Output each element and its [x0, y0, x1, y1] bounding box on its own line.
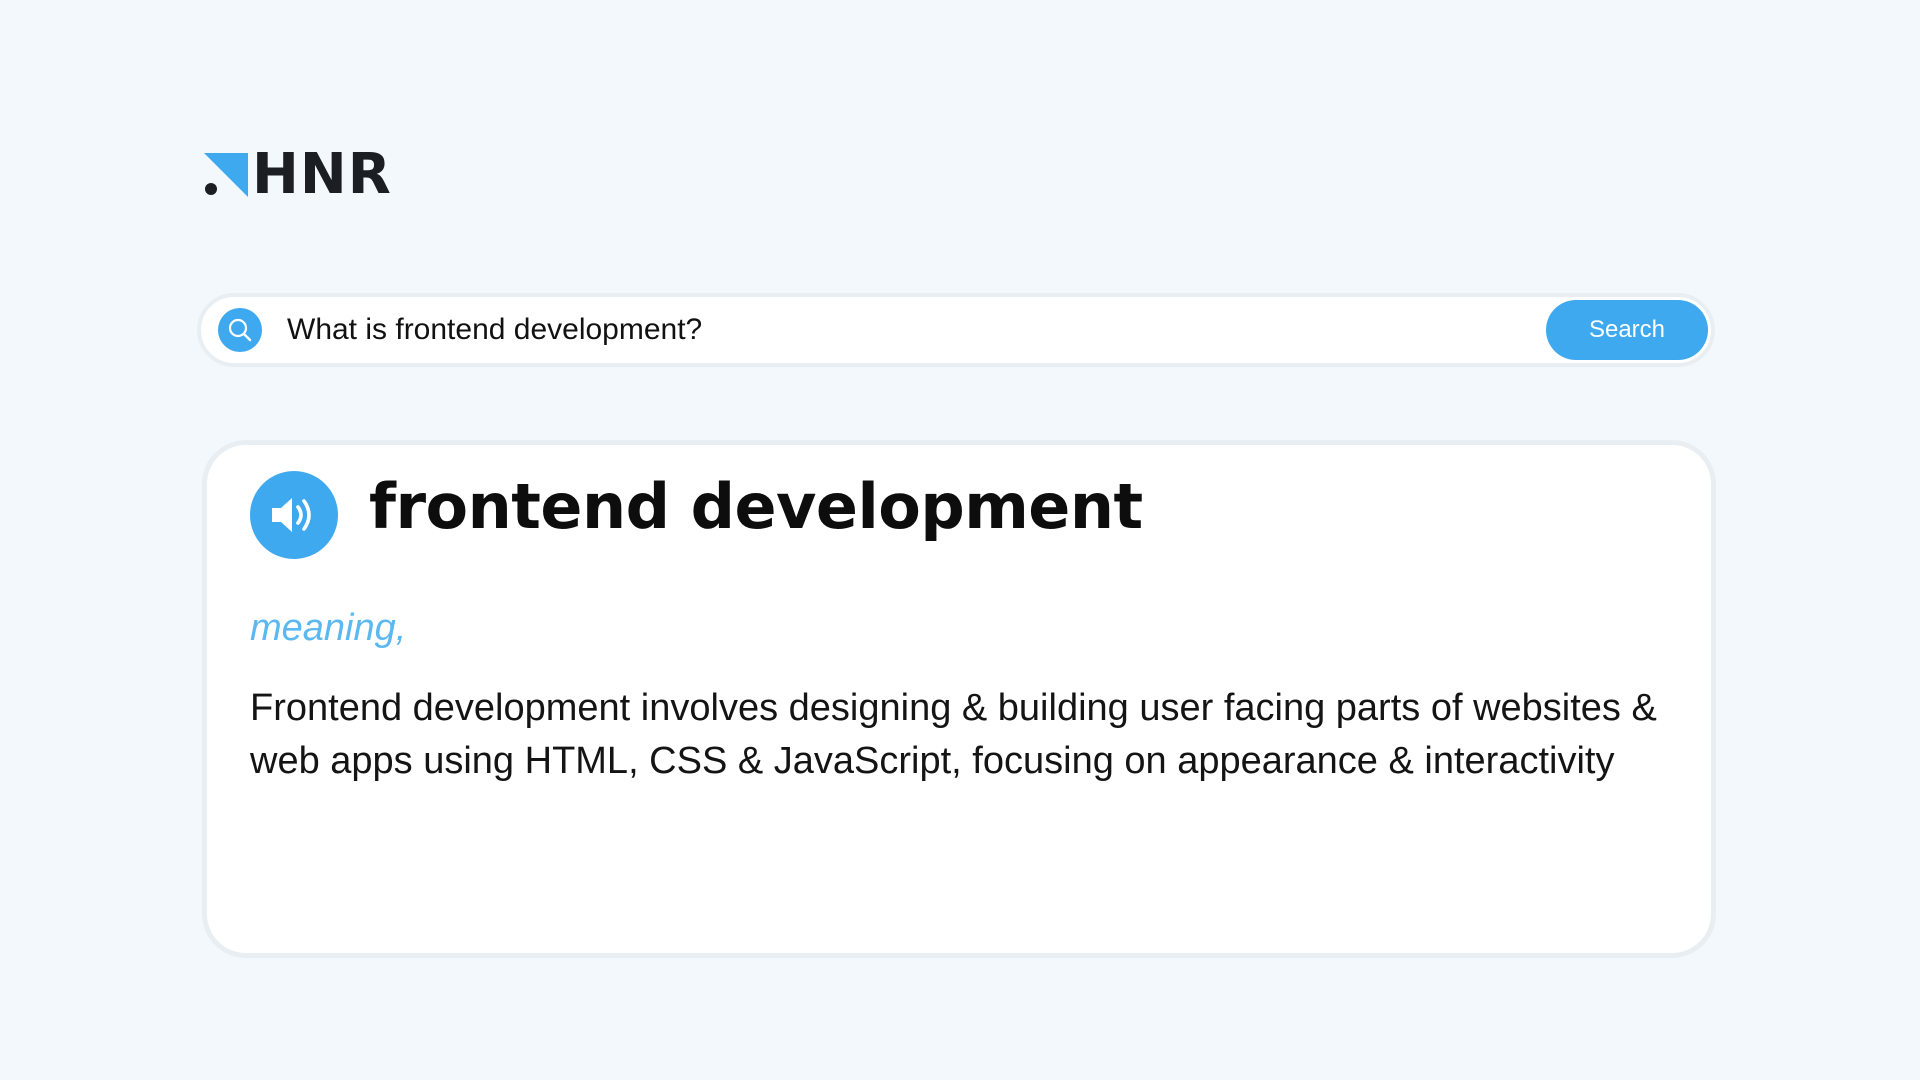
- logo-text: HNR: [252, 142, 392, 207]
- definition-card: frontend development meaning, Frontend d…: [202, 440, 1716, 958]
- play-pronunciation-button[interactable]: [250, 471, 338, 559]
- definition-text: Frontend development involves designing …: [250, 687, 1657, 782]
- search-icon[interactable]: [218, 308, 262, 352]
- meaning-label: meaning,: [250, 607, 407, 649]
- term-title: frontend development: [369, 470, 1143, 543]
- speaker-icon: [272, 498, 311, 532]
- search-button[interactable]: Search: [1546, 300, 1708, 360]
- search-bar: Search: [197, 293, 1715, 367]
- search-input[interactable]: [287, 300, 1546, 360]
- logo[interactable]: HNR: [202, 142, 392, 207]
- hnr-logo-mark-icon: [204, 153, 248, 197]
